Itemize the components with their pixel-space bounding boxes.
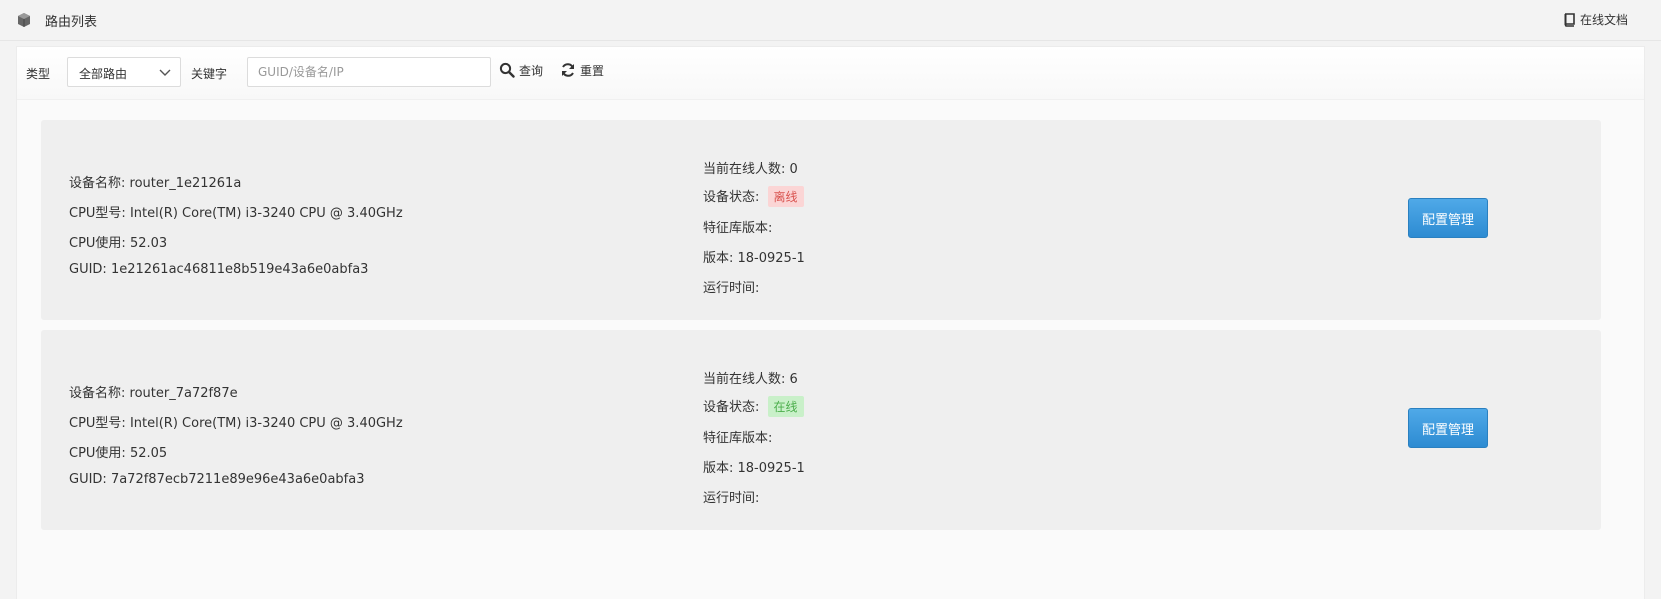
device-status: 设备状态: 离线 xyxy=(703,186,804,207)
device-guid: GUID: 1e21261ac46811e8b519e43a6e0abfa3 xyxy=(69,262,369,277)
device-version: 版本: 18-0925-1 xyxy=(703,251,805,266)
search-label: 查询 xyxy=(519,63,544,78)
status-badge: 离线 xyxy=(767,186,804,207)
device-guid: GUID: 7a72f87ecb7211e89e96e43a6e0abfa3 xyxy=(69,472,365,487)
page-title: 路由列表 xyxy=(45,15,98,30)
type-select-value: 全部路由 xyxy=(79,67,128,81)
online-docs-link[interactable]: 在线文档 xyxy=(1562,11,1628,28)
device-card: 设备名称: router_7a72f87e CPU型号: Intel(R) Co… xyxy=(41,330,1601,530)
cube-icon xyxy=(18,13,30,27)
status-badge: 在线 xyxy=(767,396,804,417)
filter-toolbar: 类型 全部路由 关键字 查询 重置 xyxy=(17,47,1644,100)
online-users: 当前在线人数: 0 xyxy=(703,162,798,177)
top-bar: 路由列表 在线文档 xyxy=(0,0,1661,41)
cpu-usage: CPU使用: 52.05 xyxy=(69,446,168,461)
refresh-icon xyxy=(562,63,574,77)
device-status: 设备状态: 在线 xyxy=(703,396,804,417)
config-manage-button[interactable]: 配置管理 xyxy=(1408,408,1488,448)
online-users: 当前在线人数: 6 xyxy=(703,372,798,387)
device-name: 设备名称: router_1e21261a xyxy=(69,176,242,191)
device-version: 版本: 18-0925-1 xyxy=(703,461,805,476)
book-icon xyxy=(1564,12,1575,27)
search-icon xyxy=(499,62,515,78)
chevron-down-icon xyxy=(159,69,171,76)
reset-label: 重置 xyxy=(580,63,605,78)
device-name: 设备名称: router_7a72f87e xyxy=(69,386,238,401)
type-label: 类型 xyxy=(26,67,51,81)
keyword-label: 关键字 xyxy=(191,67,228,81)
feature-version: 特征库版本: xyxy=(703,221,773,236)
reset-button[interactable]: 重置 xyxy=(560,59,604,81)
device-status-label: 设备状态: xyxy=(703,400,760,415)
type-select[interactable]: 全部路由 xyxy=(67,57,181,87)
device-uptime: 运行时间: xyxy=(703,281,760,296)
online-docs-label: 在线文档 xyxy=(1579,13,1628,27)
main-panel: 类型 全部路由 关键字 查询 重置 设备名称: xyxy=(16,46,1645,599)
config-manage-button[interactable]: 配置管理 xyxy=(1408,198,1488,238)
feature-version: 特征库版本: xyxy=(703,431,773,446)
cpu-usage: CPU使用: 52.03 xyxy=(69,236,168,251)
device-uptime: 运行时间: xyxy=(703,491,760,506)
device-card: 设备名称: router_1e21261a CPU型号: Intel(R) Co… xyxy=(41,120,1601,320)
cpu-model: CPU型号: Intel(R) Core(TM) i3-3240 CPU @ 3… xyxy=(69,416,403,431)
search-button[interactable]: 查询 xyxy=(499,59,543,81)
device-status-label: 设备状态: xyxy=(703,190,760,205)
keyword-input[interactable] xyxy=(247,57,491,87)
cpu-model: CPU型号: Intel(R) Core(TM) i3-3240 CPU @ 3… xyxy=(69,206,403,221)
